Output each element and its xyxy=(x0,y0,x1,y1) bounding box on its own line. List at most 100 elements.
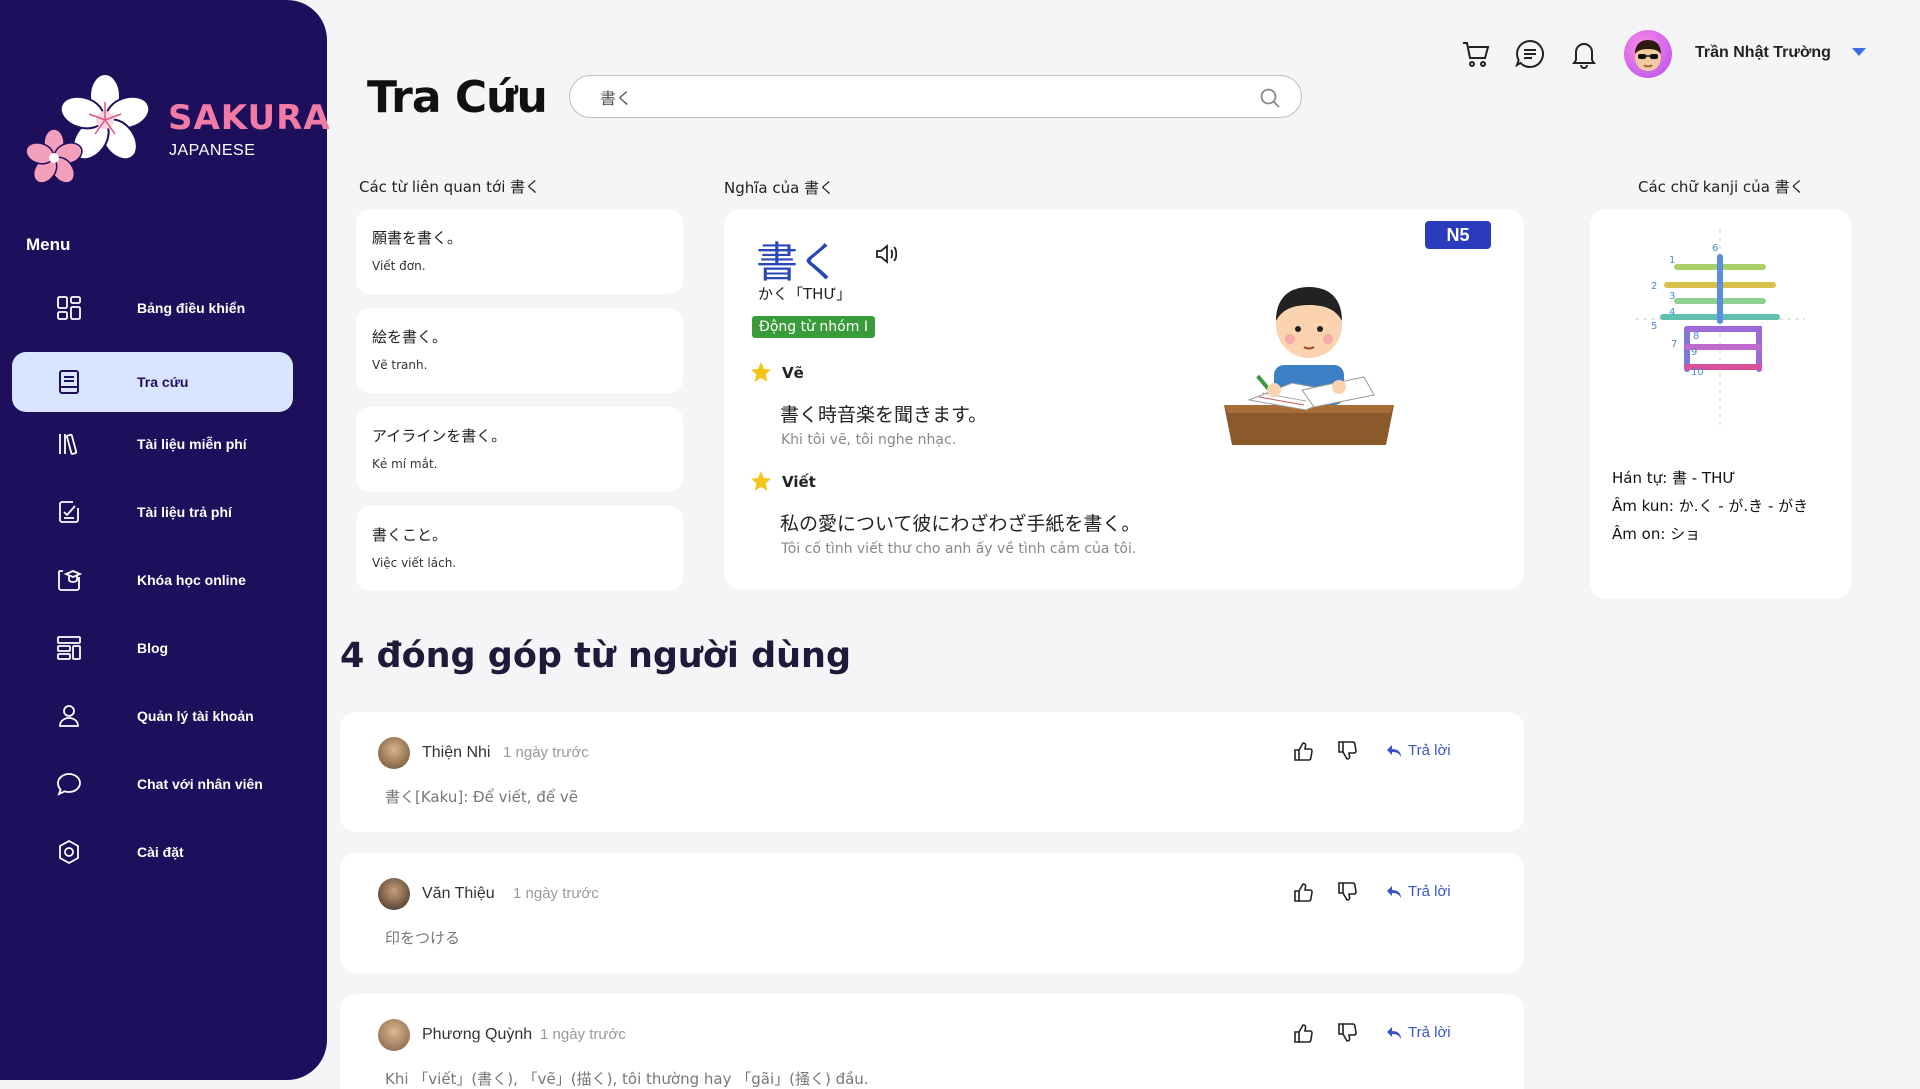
sidebar-item-label: Tra cứu xyxy=(137,374,189,390)
sidebar-item-label: Blog xyxy=(137,640,169,656)
stroke-number: 8 xyxy=(1693,331,1699,342)
sidebar-item-paid-docs[interactable]: Tài liệu trả phí xyxy=(12,482,293,542)
sense-title: Viết xyxy=(782,473,816,491)
reply-icon xyxy=(1387,1026,1401,1039)
word-heading: 書く xyxy=(756,238,841,287)
sidebar-item-settings[interactable]: Cài đặt xyxy=(12,822,293,882)
sidebar-item-tra-cuu[interactable]: Tra cứu xyxy=(12,352,293,412)
star-icon xyxy=(751,471,771,491)
avatar[interactable] xyxy=(378,1019,410,1051)
sidebar-item-label: Khóa học online xyxy=(137,572,246,588)
cart-icon[interactable] xyxy=(1460,38,1492,70)
related-word-vi: Kẻ mí mắt. xyxy=(372,457,438,471)
sidebar: SAKURA JAPANESE Menu Bảng điều khiển Tra… xyxy=(0,0,330,1080)
sidebar-item-chat[interactable]: Chat với nhân viên xyxy=(12,754,293,814)
thumbs-down-icon[interactable] xyxy=(1336,1022,1358,1044)
logo[interactable]: SAKURA JAPANESE xyxy=(20,72,330,192)
related-word-jp: 絵を書く。 xyxy=(372,328,448,346)
related-word-card[interactable]: アイラインを書く。 Kẻ mí mắt. xyxy=(356,407,683,492)
reply-button[interactable]: Trả lời xyxy=(1386,883,1451,900)
stroke-number: 3 xyxy=(1669,291,1675,302)
dashboard-icon xyxy=(57,296,81,320)
comment-time: 1 ngày trước xyxy=(503,744,589,761)
related-word-card[interactable]: 絵を書く。 Vẽ tranh. xyxy=(356,308,683,393)
user-icon xyxy=(59,705,79,727)
meaning-card: 書く かく「THƯ」 Động từ nhóm I N5 Vẽ 書く時音楽を聞き… xyxy=(724,209,1524,589)
boy-writing-illustration xyxy=(1224,287,1394,445)
sense-example-vi: Tôi cố tình viết thư cho anh ấy về tình … xyxy=(781,541,1137,557)
sidebar-item-label: Quản lý tài khoản xyxy=(137,708,254,724)
sidebar-item-blog[interactable]: Blog xyxy=(12,618,293,678)
reply-icon xyxy=(1387,744,1401,757)
comment-card: Thiện Nhi 1 ngày trước 書く[Kaku]: Để viết… xyxy=(340,712,1524,832)
sidebar-item-free-docs[interactable]: Tài liệu miễn phí xyxy=(12,414,293,474)
sidebar-item-label: Tài liệu miễn phí xyxy=(137,436,247,452)
comment-author[interactable]: Thiện Nhi xyxy=(422,744,490,762)
contributions-heading: 4 đóng góp từ người dùng xyxy=(340,636,852,676)
comment-text: Khi 「viết」(書く), 「vẽ」(描く), tôi thường hay… xyxy=(385,1070,869,1088)
sense-example-jp: 私の愛について彼にわざわざ手紙を書く。 xyxy=(780,513,1141,535)
stroke-number: 9 xyxy=(1691,347,1697,358)
related-word-jp: 書くこと。 xyxy=(372,526,448,544)
book-icon xyxy=(59,370,79,394)
thumbs-down-icon[interactable] xyxy=(1336,740,1358,762)
reply-label: Trả lời xyxy=(1408,883,1451,900)
thumbs-down-icon[interactable] xyxy=(1336,881,1358,903)
stroke-number: 4 xyxy=(1669,307,1675,318)
speaker-icon[interactable] xyxy=(874,243,900,265)
comment-time: 1 ngày trước xyxy=(540,1026,626,1043)
graduation-icon xyxy=(58,570,83,591)
stroke-number: 5 xyxy=(1651,321,1657,332)
sidebar-item-account[interactable]: Quản lý tài khoản xyxy=(12,686,293,746)
comment-author[interactable]: Phương Quỳnh xyxy=(422,1026,532,1044)
sense-title: Vẽ xyxy=(782,364,804,382)
sidebar-item-label: Tài liệu trả phí xyxy=(137,504,232,520)
avatar[interactable] xyxy=(378,878,410,910)
user-avatar[interactable] xyxy=(1624,30,1672,78)
comment-author[interactable]: Văn Thiệu xyxy=(422,885,495,903)
chat-icon xyxy=(57,773,81,796)
blog-icon xyxy=(57,636,81,660)
thumbs-up-icon[interactable] xyxy=(1292,881,1314,903)
paid-doc-icon xyxy=(59,501,79,523)
search-bar[interactable] xyxy=(569,75,1302,118)
reply-icon xyxy=(1387,885,1401,898)
brand-name: SAKURA xyxy=(168,98,331,138)
library-icon xyxy=(59,433,78,455)
user-name[interactable]: Trần Nhật Trường xyxy=(1695,44,1831,62)
sidebar-item-label: Bảng điều khiển xyxy=(137,300,246,316)
sidebar-item-online-course[interactable]: Khóa học online xyxy=(12,550,293,610)
sidebar-item-label: Chat với nhân viên xyxy=(137,776,263,792)
star-icon xyxy=(751,362,771,382)
word-reading: かく「THƯ」 xyxy=(758,285,852,303)
stroke-number: 2 xyxy=(1651,281,1657,292)
menu-title: Menu xyxy=(26,235,71,254)
related-word-card[interactable]: 書くこと。 Việc viết lách. xyxy=(356,506,683,591)
kanji-card: 1 2 3 4 5 6 7 8 9 10 Hán tự: 書 - THƯ Âm … xyxy=(1590,209,1851,599)
search-input[interactable] xyxy=(600,85,1220,109)
thumbs-up-icon[interactable] xyxy=(1292,740,1314,762)
related-word-card[interactable]: 願書を書く。 Viết đơn. xyxy=(356,209,683,294)
reply-button[interactable]: Trả lời xyxy=(1386,1024,1451,1041)
comment-time: 1 ngày trước xyxy=(513,885,599,902)
related-word-jp: 願書を書く。 xyxy=(372,229,463,247)
comment-card: Phương Quỳnh 1 ngày trước Khi 「viết」(書く)… xyxy=(340,994,1524,1089)
bell-icon[interactable] xyxy=(1568,38,1600,70)
sidebar-item-dashboard[interactable]: Bảng điều khiển xyxy=(12,278,293,338)
chevron-down-icon[interactable] xyxy=(1852,48,1866,56)
messages-icon[interactable] xyxy=(1514,38,1546,70)
stroke-number: 6 xyxy=(1712,243,1718,254)
reply-label: Trả lời xyxy=(1408,1024,1451,1041)
comment-text: 印をつける xyxy=(385,929,461,947)
avatar-face-icon xyxy=(1635,40,1661,71)
avatar[interactable] xyxy=(378,737,410,769)
search-icon[interactable] xyxy=(1259,87,1281,109)
settings-icon xyxy=(59,839,79,865)
stroke-number: 7 xyxy=(1671,339,1677,350)
thumbs-up-icon[interactable] xyxy=(1292,1022,1314,1044)
related-word-jp: アイラインを書く。 xyxy=(372,427,507,445)
reply-button[interactable]: Trả lời xyxy=(1386,742,1451,759)
sakura-flower-icon xyxy=(25,73,151,184)
kanji-section-title: Các chữ kanji của 書く xyxy=(1638,178,1805,196)
related-word-vi: Việc viết lách. xyxy=(372,556,457,570)
